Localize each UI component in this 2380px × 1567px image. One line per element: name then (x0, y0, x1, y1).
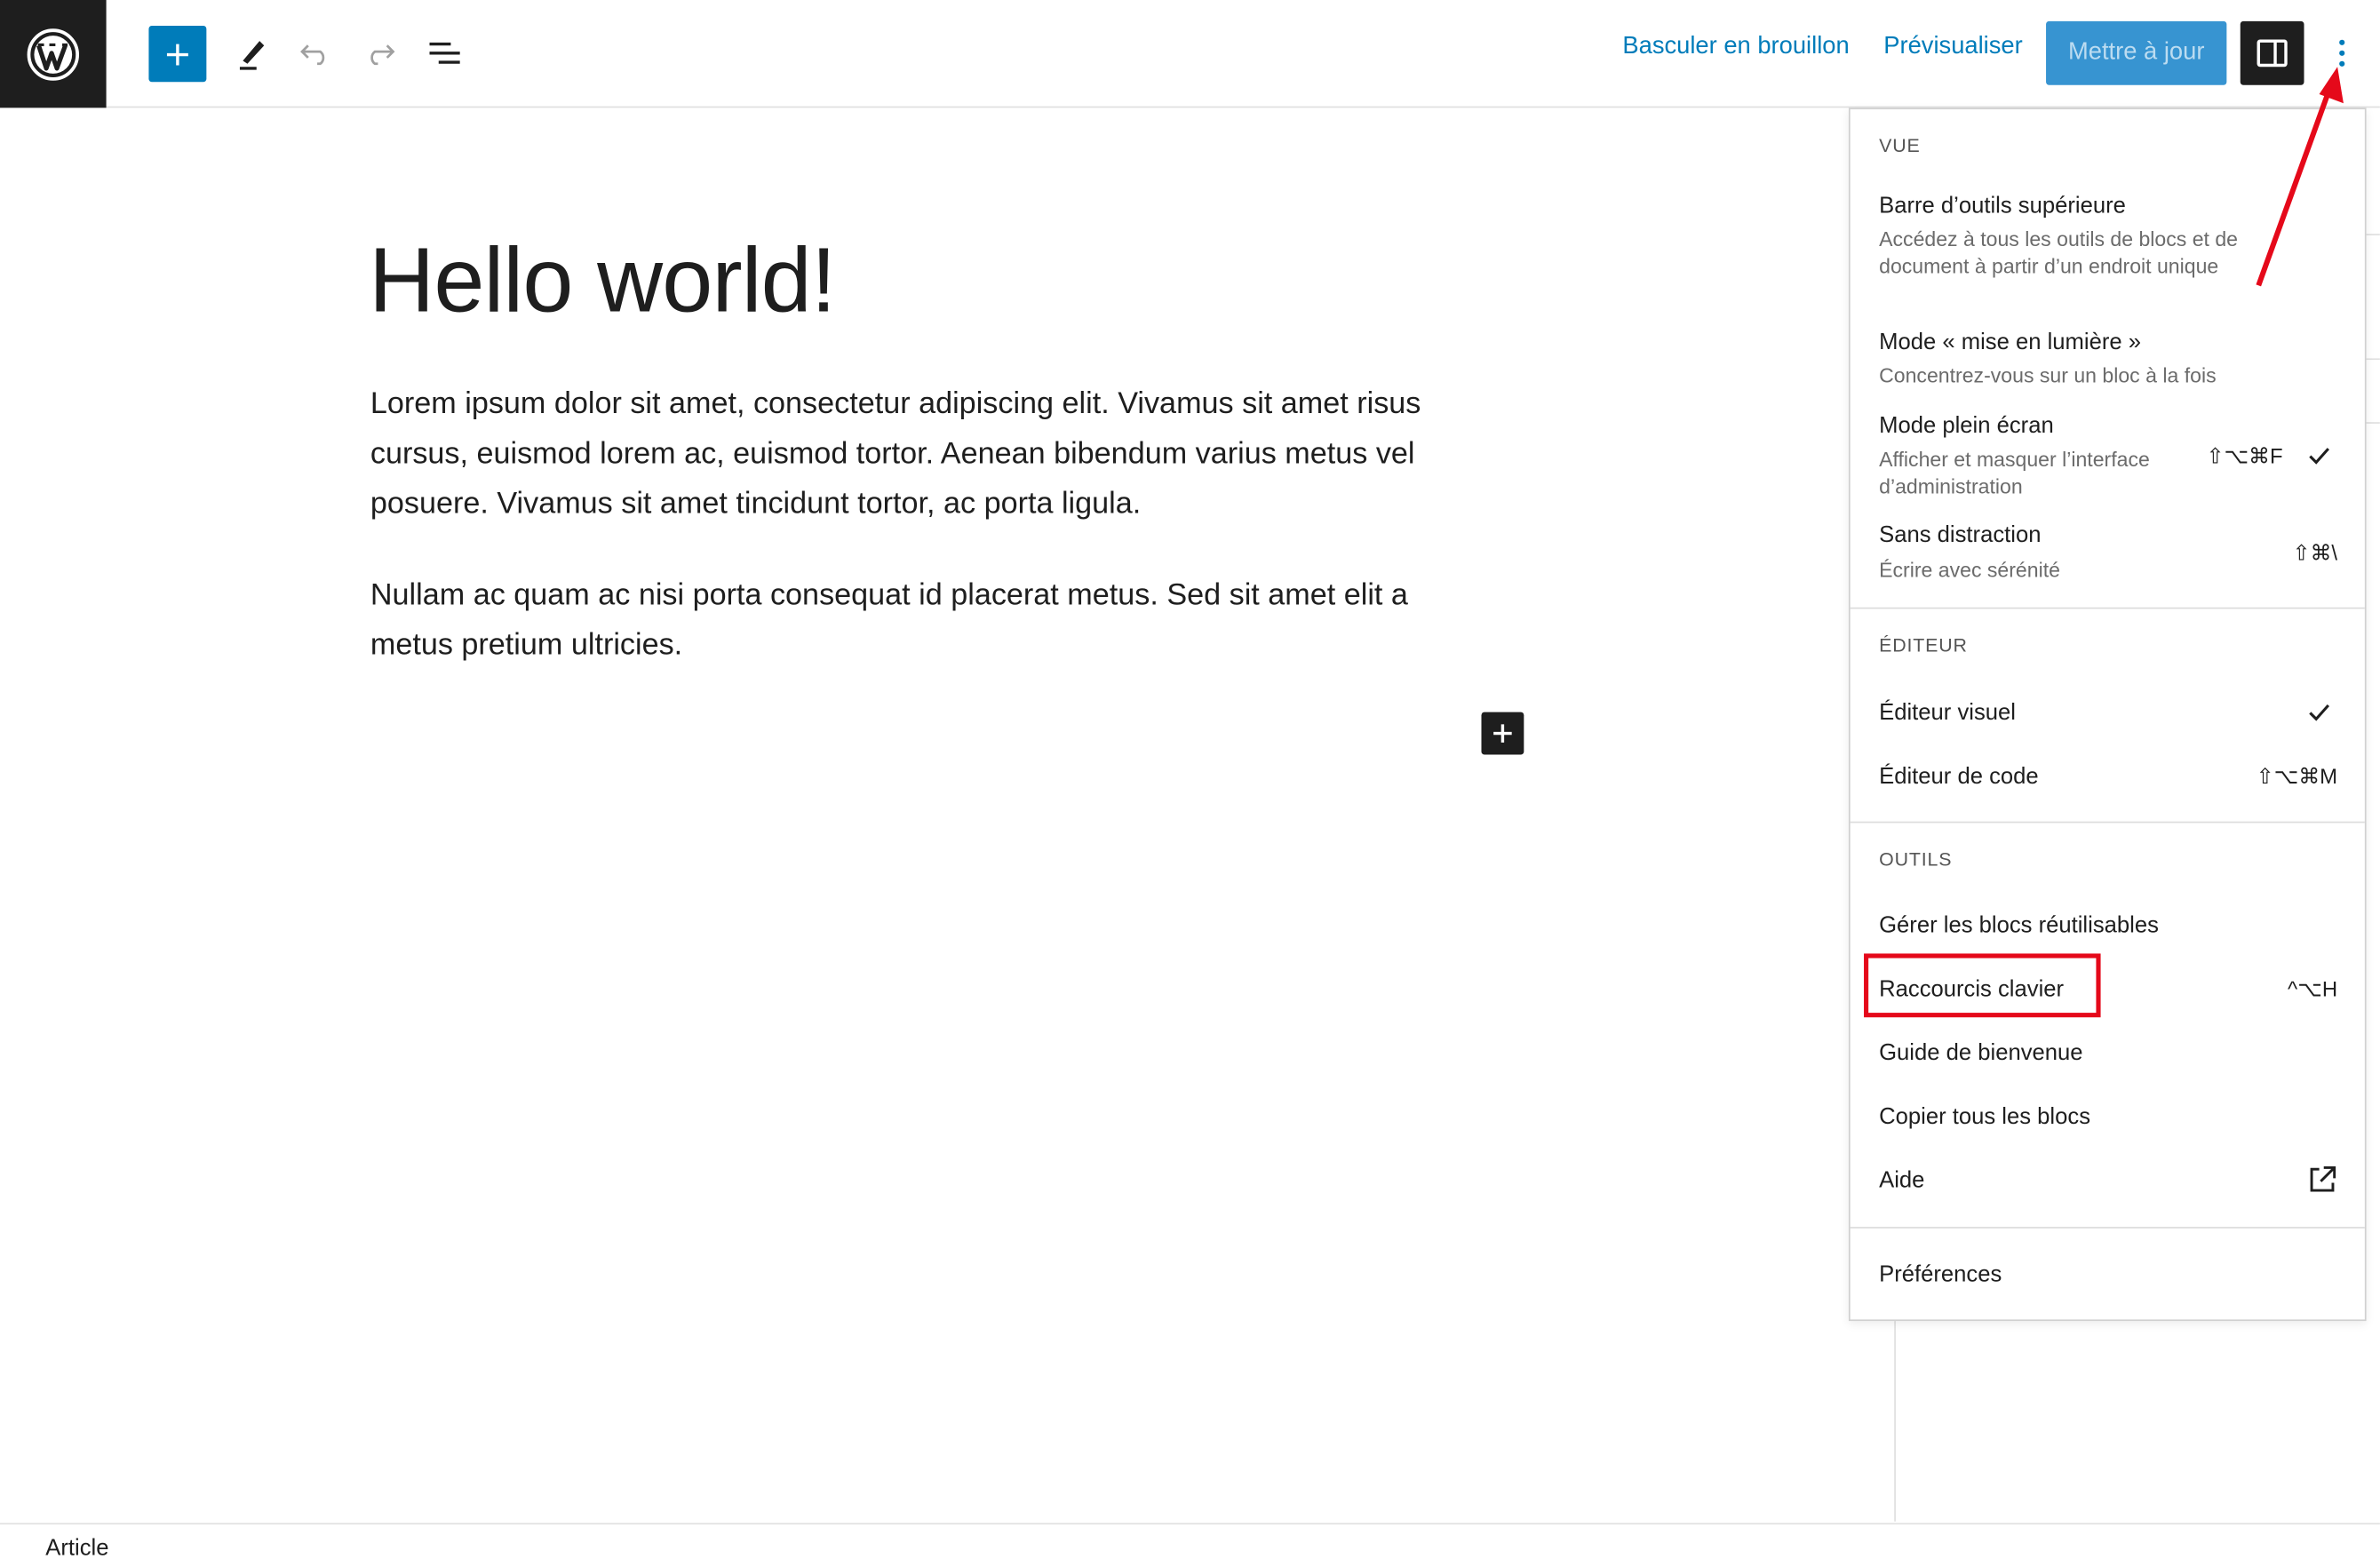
plus-icon (166, 43, 188, 65)
undo-icon (300, 44, 325, 66)
update-button[interactable]: Mettre à jour (2046, 20, 2227, 85)
inline-block-inserter-button[interactable] (1481, 712, 1524, 755)
menu-item-preferences[interactable]: Préférences (1879, 1261, 2002, 1287)
annotation-arrow (2256, 67, 2344, 287)
menu-item-code-editor[interactable]: Éditeur de code (1879, 764, 2039, 790)
menu-item-description: Afficher et masquer l’interface d’admini… (1879, 448, 2150, 498)
block-inserter-toggle[interactable] (148, 26, 207, 83)
menu-item-distraction-free[interactable]: Sans distraction (1879, 522, 2041, 548)
pencil-icon (239, 41, 265, 70)
menu-item-manage-reusable-blocks[interactable]: Gérer les blocs réutilisables (1879, 912, 2159, 938)
menu-item-fullscreen-mode[interactable]: Mode plein écran (1879, 413, 2054, 439)
menu-item-shortcut: ^⌥H (2288, 976, 2338, 1001)
wordpress-logo-button[interactable] (0, 0, 107, 108)
editor-footer: Article (0, 1523, 2380, 1567)
menu-item-help[interactable]: Aide (1879, 1167, 1924, 1193)
editor-header: Basculer en brouillon Prévisualiser Mett… (0, 0, 2380, 108)
menu-item-description: Accédez à tous les outils de blocs et de… (1879, 227, 2238, 278)
menu-separator (1850, 821, 2365, 823)
divider (2364, 358, 2380, 361)
menu-item-shortcut: ⇧⌘\ (2292, 540, 2338, 565)
divider (2364, 422, 2380, 424)
menu-separator (1850, 1227, 2365, 1229)
menu-group-label: Éditeur (1879, 634, 1968, 656)
paragraph-block[interactable]: Lorem ipsum dolor sit amet, consectetur … (370, 379, 1493, 529)
checkmark-icon (2309, 448, 2329, 465)
menu-item-visual-editor[interactable]: Éditeur visuel (1879, 700, 2016, 726)
switch-to-draft-button[interactable]: Basculer en brouillon (1622, 34, 1849, 61)
paragraph-block[interactable]: Nullam ac quam ac nisi porta consequat i… (370, 571, 1493, 672)
redo-button[interactable] (355, 26, 404, 81)
wordpress-icon (27, 28, 80, 80)
menu-item-copy-all-blocks[interactable]: Copier tous les blocs (1879, 1104, 2090, 1130)
menu-item-welcome-guide[interactable]: Guide de bienvenue (1879, 1040, 2082, 1066)
menu-item-shortcut: ⇧⌥⌘M (2256, 763, 2338, 789)
menu-item-spotlight-mode[interactable]: Mode « mise en lumière » (1879, 330, 2141, 355)
external-link-icon (2310, 1165, 2336, 1192)
block-breadcrumb[interactable]: Article (45, 1535, 108, 1561)
list-view-button[interactable] (419, 26, 471, 81)
post-title[interactable]: Hello world! (369, 227, 836, 332)
menu-item-top-toolbar[interactable]: Barre d’outils supérieure (1879, 193, 2126, 219)
menu-item-shortcut: ⇧⌥⌘F (2206, 443, 2283, 468)
plus-icon (1493, 724, 1512, 743)
menu-item-description: Concentrez-vous sur un bloc à la fois (1879, 364, 2217, 387)
menu-group-label: Vue (1879, 135, 1921, 157)
checkmark-icon (2309, 704, 2329, 721)
preview-button[interactable]: Prévisualiser (1883, 34, 2022, 61)
divider (2364, 234, 2380, 235)
editor-canvas (0, 109, 1895, 1522)
redo-icon (370, 44, 395, 66)
tools-mode-button[interactable] (225, 26, 280, 81)
editor-screen: Basculer en brouillon Prévisualiser Mett… (0, 0, 2380, 1567)
menu-item-description: Écrire avec sérénité (1879, 559, 2060, 582)
undo-button[interactable] (291, 26, 340, 81)
list-view-icon (429, 42, 460, 64)
menu-group-label: Outils (1879, 848, 1953, 871)
annotation-highlight-box (1864, 953, 2101, 1018)
menu-separator (1850, 607, 2365, 609)
